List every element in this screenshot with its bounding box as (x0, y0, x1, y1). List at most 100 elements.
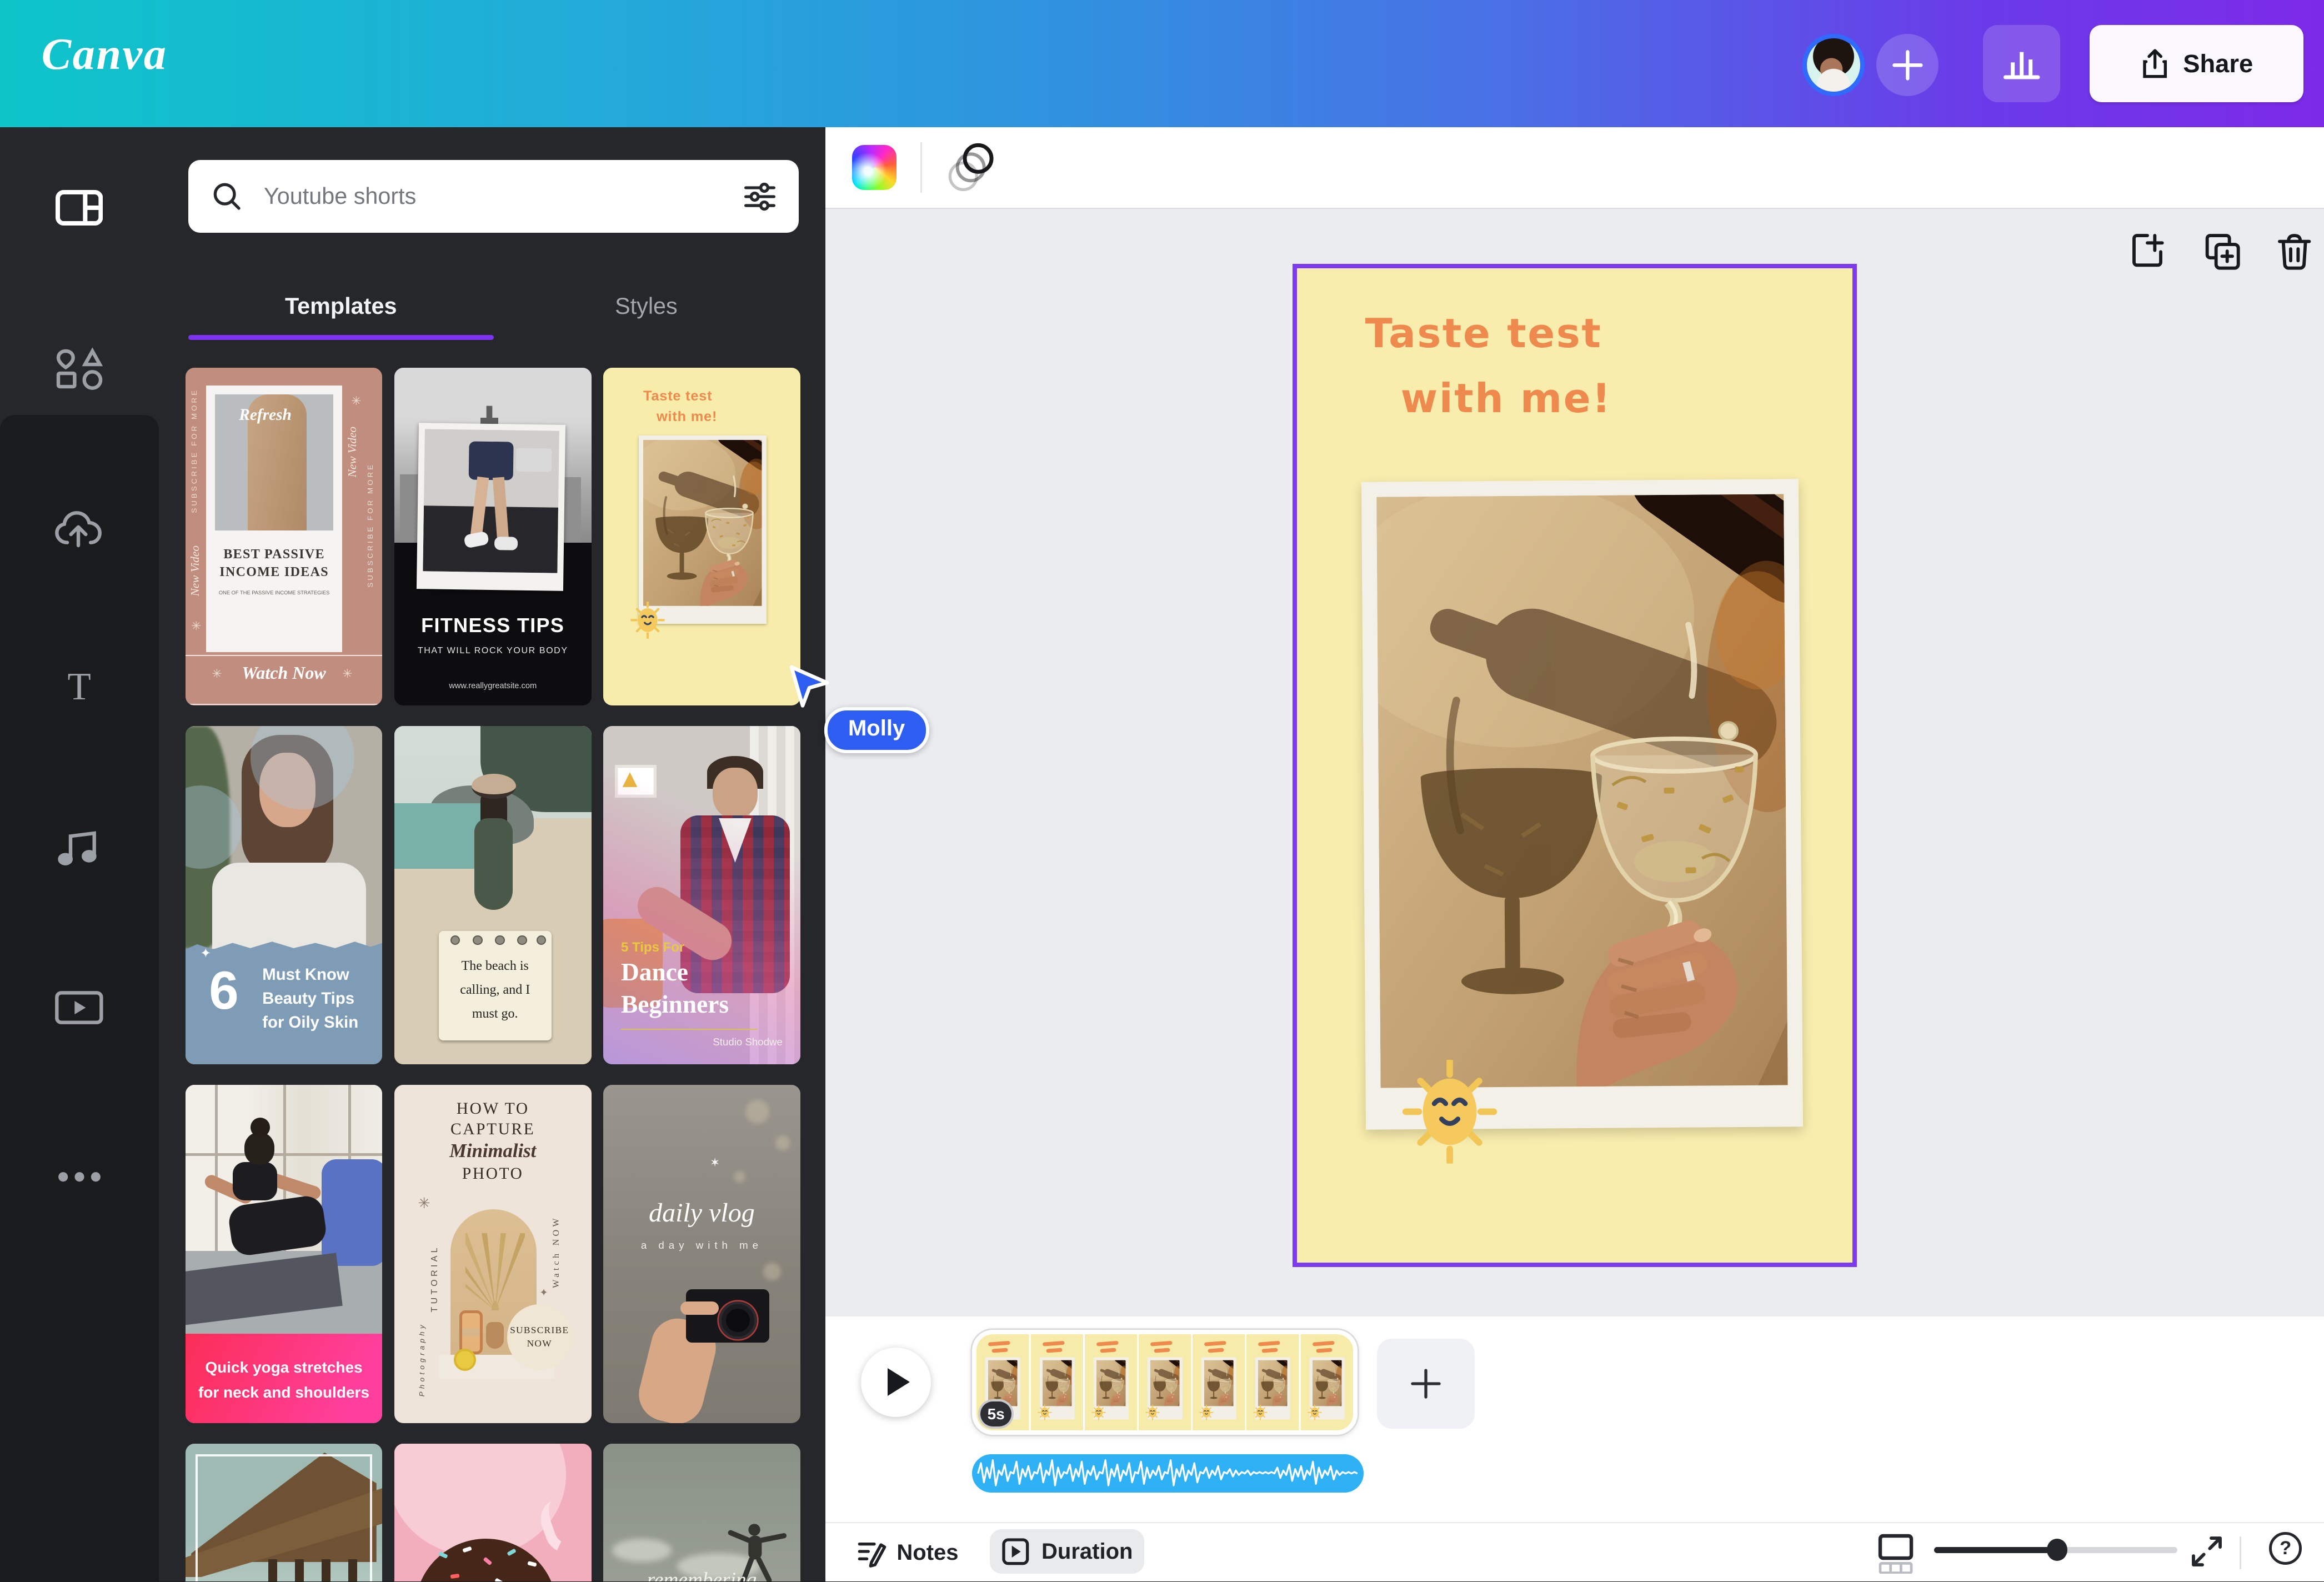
starburst-icon: ✳ (418, 1195, 430, 1212)
template-thumb-beach-quote[interactable]: The beach is calling, and I must go. (394, 726, 592, 1064)
canva-logo[interactable]: Canva (42, 29, 168, 80)
editor-toolbar (825, 127, 2324, 208)
thumb-title-line: Taste test (643, 388, 712, 404)
template-thumb-yoga[interactable]: Quick yoga stretches for neck and should… (186, 1085, 383, 1423)
plus-icon (1408, 1366, 1444, 1401)
elements-icon (54, 347, 104, 391)
search-input[interactable] (261, 182, 720, 211)
canvas-area[interactable]: Taste test with me! (825, 209, 2324, 1316)
page-actions (2130, 231, 2313, 273)
zoom-slider[interactable] (1934, 1547, 2177, 1553)
thumb-caption: ONE OF THE PASSIVE INCOME STRATEGIES (206, 590, 342, 595)
animate-icon[interactable] (947, 142, 998, 196)
add-clip-button[interactable] (1377, 1339, 1475, 1429)
thumb-polaroid (639, 435, 766, 624)
thumb-vertical-text: SUBSCRIBE FOR MORE (190, 388, 198, 513)
templates-icon (56, 190, 103, 226)
thumb-polaroid (417, 423, 565, 591)
template-thumb-fitness-tips[interactable]: FITNESS TIPS THAT WILL ROCK YOUR BODY ww… (394, 368, 592, 705)
share-label: Share (2183, 49, 2253, 78)
video-icon (54, 990, 104, 1025)
toolbar-divider (920, 142, 922, 193)
insights-button[interactable] (1983, 25, 2060, 102)
starburst-icon: ✳ (212, 667, 222, 681)
page-polaroid-photo[interactable] (1361, 479, 1803, 1130)
help-button[interactable]: ? (2269, 1532, 2302, 1565)
template-thumb-remembering[interactable]: remembering (603, 1444, 800, 1581)
template-thumb-beauty-tips[interactable]: ✦ 6 Must Know Beauty Tips for Oily Skin (186, 726, 383, 1064)
thumb-title-line: with me! (657, 409, 717, 425)
template-thumb-taste-test[interactable]: Taste test with me! (603, 368, 800, 705)
collaborator-cursor-icon (787, 663, 832, 710)
cloud-upload-icon (54, 510, 104, 548)
duplicate-page-icon[interactable] (2201, 231, 2243, 273)
thumb-card: Refresh BEST PASSIVE INCOME IDEAS ONE OF… (206, 386, 342, 652)
thumb-vertical-script: New Video (188, 545, 202, 596)
sidebar-item-videos[interactable] (0, 937, 159, 1079)
thumb-subtitle: a day with me (603, 1239, 800, 1251)
background-color-button[interactable] (852, 145, 896, 189)
fullscreen-icon[interactable] (2189, 1534, 2225, 1569)
template-grid: SUBSCRIBE FOR MORE New Video Refresh BES… (186, 368, 800, 1581)
sidebar-item-uploads[interactable] (0, 458, 159, 600)
thumb-title: FITNESS TIPS (394, 614, 592, 637)
sidebar-item-audio[interactable] (0, 777, 159, 919)
thumb-title: Beginners (621, 990, 729, 1019)
thumb-note-paper: The beach is calling, and I must go. (439, 931, 552, 1040)
template-thumb-minimalist-photo[interactable]: HOW TO CAPTURE Minimalist PHOTO ✳ SUBSCR… (394, 1085, 592, 1423)
play-button[interactable] (861, 1348, 930, 1417)
search-box[interactable] (188, 160, 799, 233)
avatar[interactable] (1802, 34, 1865, 96)
thumb-title: remembering (603, 1568, 800, 1581)
more-ellipsis-icon (57, 1171, 102, 1183)
filter-icon[interactable] (744, 181, 775, 212)
clip-filmstrip[interactable] (972, 1330, 1358, 1435)
column-chart-icon (2002, 46, 2041, 82)
play-icon (888, 1368, 910, 1396)
template-thumb-daily-vlog[interactable]: ✶ daily vlog a day with me (603, 1085, 800, 1423)
add-page-icon[interactable] (2130, 231, 2168, 273)
thumb-title: Dance (621, 958, 688, 987)
duration-label: Duration (1041, 1539, 1133, 1564)
thumb-url: www.reallygreatsite.com (394, 682, 592, 690)
music-notes-icon (57, 829, 102, 867)
sidebar-item-design[interactable] (0, 127, 159, 287)
sidebar-item-more[interactable] (0, 1106, 159, 1248)
template-thumb-dessert[interactable] (394, 1444, 592, 1581)
thumb-credit: Studio Shodwe (603, 1036, 783, 1048)
plus-icon (1891, 49, 1924, 82)
share-button[interactable]: Share (2090, 25, 2303, 102)
template-thumb-passive-income[interactable]: SUBSCRIBE FOR MORE New Video Refresh BES… (186, 368, 383, 705)
design-page[interactable]: Taste test with me! (1293, 264, 1857, 1268)
starburst-icon: ✳ (342, 667, 352, 681)
template-thumb-beach-hut[interactable] (186, 1444, 383, 1581)
page-title-line[interactable]: Taste test (1365, 310, 1602, 357)
sidebar-item-text[interactable]: T (0, 617, 159, 759)
sun-sticker (630, 602, 665, 639)
sun-sticker[interactable] (1401, 1060, 1499, 1164)
notes-icon (857, 1538, 886, 1568)
bottom-bar-divider (2240, 1536, 2241, 1569)
canva-editor: Canva Share (0, 0, 2324, 1581)
zoom-slider-thumb[interactable] (2047, 1539, 2067, 1561)
sidebar-rail: T (0, 127, 159, 1581)
notes-button[interactable]: Notes (857, 1531, 958, 1575)
sidebar-item-elements[interactable] (0, 298, 159, 440)
duration-button[interactable]: Duration (990, 1529, 1144, 1574)
thumb-eyebrow: 5 Tips For (621, 940, 684, 955)
create-design-button[interactable] (1876, 34, 1939, 96)
starburst-icon: ✳ (351, 394, 361, 408)
view-toggle-icon[interactable] (1878, 1534, 1914, 1574)
page-title-line[interactable]: with me! (1401, 375, 1612, 422)
top-bar: Canva Share (0, 0, 2324, 127)
thumb-title: daily vlog (603, 1198, 800, 1228)
template-thumb-dance-beginners[interactable]: 5 Tips For Dance Beginners Studio Shodwe (603, 726, 800, 1064)
active-tab-underline (188, 335, 494, 340)
waveform (972, 1454, 1363, 1493)
tab-templates[interactable]: Templates (188, 276, 494, 343)
audio-track[interactable] (972, 1454, 1363, 1493)
delete-page-icon[interactable] (2275, 231, 2313, 273)
sparkle-icon: ✦ (539, 1286, 548, 1299)
search-icon (212, 182, 242, 211)
tab-styles[interactable]: Styles (494, 276, 799, 343)
